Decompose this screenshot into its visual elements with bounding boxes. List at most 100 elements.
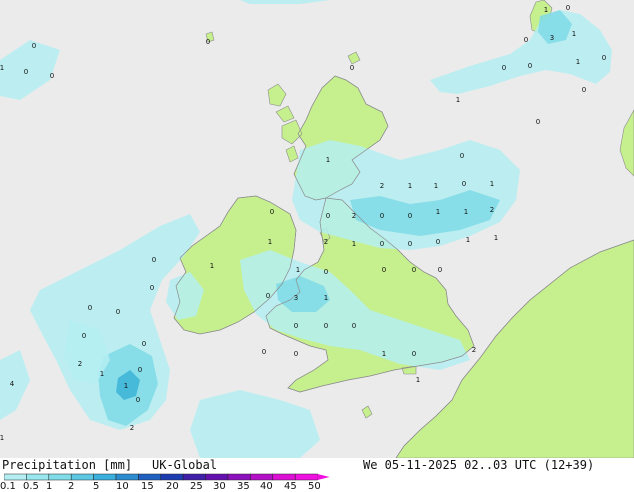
precip-value-label: 0 bbox=[50, 72, 54, 80]
precip-value-label: 1 bbox=[416, 376, 420, 384]
precip-value-label: 0 bbox=[142, 340, 146, 348]
colorbar-tick-label: 25 bbox=[190, 481, 203, 492]
precip-value-label: 0 bbox=[206, 38, 210, 46]
colorbar-segment bbox=[294, 473, 318, 481]
precip-value-label: 1 bbox=[0, 434, 4, 442]
precip-value-label: 0 bbox=[270, 208, 274, 216]
precip-value-label: 3 bbox=[550, 34, 554, 42]
colorbar-tick-label: 0.5 bbox=[23, 481, 39, 492]
precip-value-label: 3 bbox=[294, 294, 298, 302]
precip-value-label: 0 bbox=[462, 180, 466, 188]
precip-value-label: 0 bbox=[152, 256, 156, 264]
precip-value-label: 2 bbox=[352, 212, 356, 220]
precip-value-label: 0 bbox=[380, 240, 384, 248]
precip-value-label: 0 bbox=[32, 42, 36, 50]
precip-value-label: 1 bbox=[544, 6, 548, 14]
colorbar-segment bbox=[205, 473, 229, 481]
precipitation-map: 1 3 1 0 0 0 0 1 0 0 0 0 1 0 0 0 1 0 1 0 2 1 1 0 1 0 0 2 0 0 1 1 2 1 2 1 0 0 0 1… bbox=[0, 0, 634, 458]
precip-value-label: 0 bbox=[380, 212, 384, 220]
colorbar-segment bbox=[250, 473, 274, 481]
colorbar-segment bbox=[182, 473, 206, 481]
colorbar-segment bbox=[70, 473, 94, 481]
colorbar-arrow bbox=[317, 474, 330, 480]
precip-value-label: 1 bbox=[296, 266, 300, 274]
precip-value-label: 0 bbox=[502, 64, 506, 72]
precip-value-label: 0 bbox=[324, 268, 328, 276]
precip-value-label: 0 bbox=[436, 238, 440, 246]
precip-value-label: 2 bbox=[130, 424, 134, 432]
colorbar-segment bbox=[227, 473, 251, 481]
precip-value-label: 2 bbox=[490, 206, 494, 214]
precip-value-label: 1 bbox=[494, 234, 498, 242]
colorbar-tick-label: 10 bbox=[116, 481, 129, 492]
precip-value-label: 0 bbox=[350, 64, 354, 72]
precip-value-label: 0 bbox=[150, 284, 154, 292]
colorbar-segment bbox=[272, 473, 296, 481]
precip-value-label: 1 bbox=[456, 96, 460, 104]
precip-value-label: 1 bbox=[466, 236, 470, 244]
precip-value-label: 0 bbox=[266, 292, 270, 300]
precip-value-label: 2 bbox=[78, 360, 82, 368]
precip-value-label: 0 bbox=[412, 266, 416, 274]
precip-value-label: 0 bbox=[566, 4, 570, 12]
colorbar-segment bbox=[26, 473, 50, 481]
precip-value-label: 0 bbox=[326, 212, 330, 220]
precip-value-label: 0 bbox=[602, 54, 606, 62]
precip-value-label: 1 bbox=[210, 262, 214, 270]
precip-value-label: 1 bbox=[382, 350, 386, 358]
colorbar-tick-label: 45 bbox=[284, 481, 297, 492]
precip-value-label: 2 bbox=[324, 238, 328, 246]
colorbar-tick-label: 20 bbox=[166, 481, 179, 492]
colorbar-tick-label: 1 bbox=[46, 481, 53, 492]
precip-value-label: 0 bbox=[438, 266, 442, 274]
colorbar-tick-label: 50 bbox=[308, 481, 321, 492]
precip-value-label: 1 bbox=[434, 182, 438, 190]
precip-value-label: 1 bbox=[436, 208, 440, 216]
precip-colorbar bbox=[4, 473, 330, 481]
precip-value-label: 1 bbox=[464, 208, 468, 216]
precip-value-label: 0 bbox=[528, 62, 532, 70]
precip-value-label: 0 bbox=[460, 152, 464, 160]
colorbar-segment bbox=[4, 473, 27, 481]
valid-datetime: We 05-11-2025 02..03 UTC (12+39) bbox=[363, 458, 595, 472]
product-title: Precipitation [mm] bbox=[2, 458, 133, 472]
colorbar-segment bbox=[115, 473, 139, 481]
precip-value-label: 0 bbox=[82, 332, 86, 340]
precip-value-label: 1 bbox=[490, 180, 494, 188]
precip-value-label: 4 bbox=[10, 380, 15, 388]
precip-value-label: 1 bbox=[0, 64, 4, 72]
colorbar-tick-label: 15 bbox=[141, 481, 154, 492]
precip-value-label: 0 bbox=[116, 308, 120, 316]
map-canvas: 1 3 1 0 0 0 0 1 0 0 0 0 1 0 0 0 1 0 1 0 2 1 1 0 1 0 0 2 0 0 1 1 2 1 2 1 0 0 0 1… bbox=[0, 0, 634, 458]
precip-value-label: 1 bbox=[268, 238, 272, 246]
colorbar-segment bbox=[48, 473, 72, 481]
precip-value-label: 0 bbox=[138, 366, 142, 374]
precip-value-label: 2 bbox=[380, 182, 384, 190]
precip-value-label: 0 bbox=[88, 304, 92, 312]
colorbar-segment bbox=[138, 473, 162, 481]
model-name: UK-Global bbox=[152, 458, 218, 472]
precip-value-label: 1 bbox=[324, 294, 328, 302]
precip-value-label: 1 bbox=[576, 58, 580, 66]
precip-value-label: 0 bbox=[524, 36, 528, 44]
precip-value-label: 0 bbox=[324, 322, 328, 330]
colorbar-tick-label: 30 bbox=[213, 481, 226, 492]
precip-value-label: 0 bbox=[412, 350, 416, 358]
colorbar-tick-label: 5 bbox=[93, 481, 100, 492]
precip-value-label: 1 bbox=[572, 30, 576, 38]
precip-value-label: 1 bbox=[100, 370, 104, 378]
precip-value-label: 0 bbox=[262, 348, 266, 356]
precip-value-label: 1 bbox=[124, 382, 128, 390]
colorbar-segment bbox=[93, 473, 117, 481]
colorbar-tick-label: 35 bbox=[237, 481, 250, 492]
precip-value-label: 0 bbox=[582, 86, 586, 94]
precip-value-label: 0 bbox=[536, 118, 540, 126]
colorbar-tick-label: 0.1 bbox=[0, 481, 16, 492]
precip-value-label: 1 bbox=[326, 156, 330, 164]
precip-value-label: 1 bbox=[408, 182, 412, 190]
precip-value-label: 0 bbox=[294, 350, 298, 358]
precip-value-label: 0 bbox=[408, 240, 412, 248]
precip-value-label: 0 bbox=[136, 396, 140, 404]
precip-value-label: 1 bbox=[352, 240, 356, 248]
precip-value-label: 0 bbox=[408, 212, 412, 220]
